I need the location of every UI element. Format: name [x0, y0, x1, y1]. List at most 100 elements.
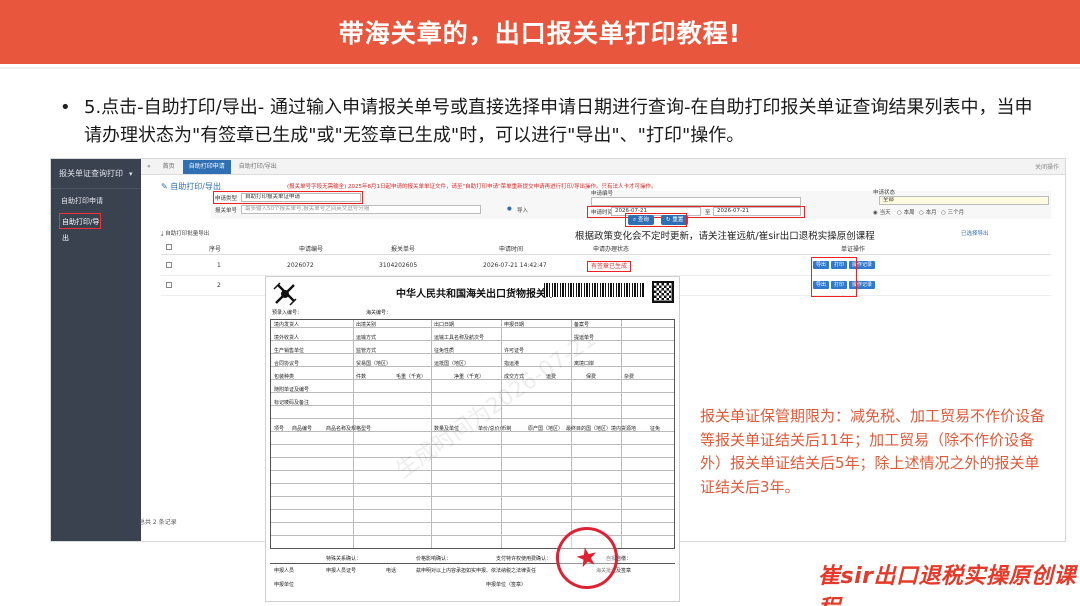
range-radio-3m[interactable]: ○ 三个月 — [941, 208, 964, 216]
col-operations: 单证操作 — [841, 246, 866, 253]
doc-field: 支付特许权使用费确认： — [496, 556, 552, 562]
table-header: 序号 申请编号 报关单号 申请时间 申请办理状态 单证操作 — [161, 241, 1051, 255]
date-to-input[interactable]: 2026-07-21 — [713, 207, 801, 216]
doc-field: 生产销售单位 — [274, 348, 305, 354]
col-index: 序号 — [209, 246, 222, 253]
record-count: 总共 2 条记录 — [139, 519, 177, 526]
row-checkbox[interactable] — [166, 282, 172, 290]
sidebar-item-print-export[interactable]: 自助打印/导出 — [59, 213, 101, 242]
doc-field: 征免性质 — [434, 348, 455, 354]
col-decl-no: 报关单号 — [391, 246, 416, 253]
doc-field: 预录入编号： — [272, 310, 303, 316]
sidebar: 报关单证查询打印 ▾ 自助打印申请 自助打印/导出 — [51, 159, 141, 541]
tab-print-export[interactable]: 自助打印/导出 — [233, 160, 283, 174]
doc-field: 海关编号： — [366, 310, 392, 316]
doc-field: 出境关别 — [356, 322, 377, 328]
doc-field: 申报日期 — [504, 322, 525, 328]
double-chevron-left-icon[interactable]: « — [141, 163, 157, 170]
ops-highlight-box — [811, 257, 857, 297]
import-link[interactable]: 导入 — [517, 206, 528, 214]
doc-field: 电话 — [386, 568, 397, 574]
range-radio-month[interactable]: ○ 本月 — [919, 208, 937, 216]
chevron-down-icon: ▾ — [129, 169, 133, 178]
col-status: 申请办理状态 — [593, 246, 630, 253]
customs-emblem-icon — [273, 282, 297, 306]
doc-field: 原产国（地区） — [528, 426, 564, 432]
apply-no-input[interactable] — [591, 197, 801, 206]
doc-field: 件数 — [356, 374, 367, 380]
row-apply-time: 2026-07-21 14:42:47 — [483, 262, 547, 269]
doc-field: 运输工具名称及航次号 — [434, 335, 485, 341]
highlight-box — [213, 191, 363, 204]
status-label: 申请状态 — [873, 190, 896, 196]
doc-field: 征免 — [650, 426, 661, 432]
close-tabs-button[interactable]: 关闭操作 — [1035, 162, 1065, 171]
status-badge: 有签章已生成 — [587, 261, 632, 272]
doc-field: 申报人员证号 — [326, 568, 357, 574]
edit-icon: ✎ — [161, 182, 171, 191]
row-decl-no: 3104202605 — [379, 262, 418, 269]
doc-field: 境外收货人 — [274, 335, 300, 341]
doc-field: 运输方式 — [356, 335, 377, 341]
decl-no-input[interactable]: 最多输入50个报关单号,报关单号之间英文逗号分隔 — [241, 205, 481, 214]
col-apply-time: 申请时间 — [499, 246, 524, 253]
doc-field: 许可证号 — [504, 348, 525, 354]
decl-no-label: 报关单号 — [215, 208, 238, 214]
doc-field: 合同协议号 — [274, 361, 300, 367]
doc-field: 兹申明对以上内容承担如实申报、依法纳税之法律责任 — [416, 568, 537, 574]
doc-field: 申报人员 — [274, 568, 295, 574]
row-index: 2 — [217, 282, 221, 289]
doc-field: 监管方式 — [356, 348, 377, 354]
doc-field: 商品编号 — [292, 426, 313, 432]
doc-field: 运抵国（地区） — [434, 361, 470, 367]
table-row: 1 2026072 3104202605 2026-07-21 14:42:47… — [161, 256, 1051, 276]
doc-field: 申报单位 — [274, 582, 295, 588]
tab-home[interactable]: 首页 — [157, 160, 181, 174]
export-selected-link[interactable]: 已选择导出 — [961, 229, 989, 237]
doc-field: 标记唛码及备注 — [274, 400, 310, 406]
page-title: 带海关章的，出口报关单打印教程! — [338, 19, 742, 48]
doc-field: 境内货源地 — [611, 426, 637, 432]
doc-field: 贸易国（地区） — [356, 361, 392, 367]
row-apply-no: 2026072 — [287, 262, 314, 269]
date-label: 申请时间 — [591, 210, 614, 216]
qr-code — [652, 281, 674, 303]
doc-field: 指运港 — [504, 361, 520, 367]
status-select[interactable]: 全部 — [879, 196, 1049, 205]
col-apply-no: 申请编号 — [299, 246, 324, 253]
doc-field: 项号 — [274, 426, 285, 432]
doc-field: 包装种类 — [274, 374, 295, 380]
document-title: 中华人民共和国海关出口货物报关单 — [396, 289, 556, 300]
doc-field: 商品名称及规格型号 — [326, 426, 372, 432]
divider — [0, 67, 1080, 69]
breadcrumb-label: 自助打印/导出 — [170, 182, 221, 191]
overlay-note: 根据政策变化会不定时更新，请关注崔远航/崔sir出口退税实操原创课程 — [575, 231, 875, 242]
instruction-text: 5.点击-自助打印/导出- 通过输入申请报关单号或直接选择申请日期进行查询-在自… — [84, 97, 1033, 146]
sidebar-item-print-apply[interactable]: 自助打印申请 — [51, 193, 141, 209]
doc-field: 净重（千克） — [454, 374, 485, 380]
select-all-checkbox[interactable] — [166, 244, 172, 252]
apply-no-label: 申请编号 — [591, 191, 614, 197]
barcode — [544, 283, 644, 297]
doc-field: 最终目的国（地区） — [566, 426, 612, 432]
range-radio-today[interactable]: ◉ 当天 — [873, 208, 891, 216]
sidebar-header[interactable]: 报关单证查询打印 ▾ — [51, 159, 141, 189]
doc-field: 随附单证及编号 — [274, 387, 310, 393]
range-radio-week[interactable]: ○ 本周 — [897, 208, 915, 216]
tab-print-apply[interactable]: 自助打印申请 — [182, 159, 231, 174]
doc-field: 出口日期 — [434, 322, 455, 328]
doc-field: 保费 — [586, 374, 597, 380]
doc-field: 毛重（千克） — [396, 374, 427, 380]
toggle-icon[interactable]: ● — [507, 206, 512, 212]
doc-field: 申报单位（签章） — [486, 582, 527, 588]
doc-field: 价格影响确认： — [416, 556, 452, 562]
row-checkbox[interactable] — [166, 262, 172, 270]
row-index: 1 — [217, 262, 221, 269]
declaration-document: 中华人民共和国海关出口货物报关单 预录入编号： 海关编号： 境内发货人 出境关别… — [265, 276, 680, 602]
button-highlight-box — [625, 213, 687, 227]
date-to-label: 至 — [705, 210, 711, 216]
batch-export-link[interactable]: ⤓ 自助打印批量导出 — [161, 229, 209, 238]
title-banner: 带海关章的，出口报关单打印教程! — [0, 0, 1080, 64]
doc-field: 杂费 — [624, 374, 635, 380]
doc-field: 境内发货人 — [274, 322, 300, 328]
